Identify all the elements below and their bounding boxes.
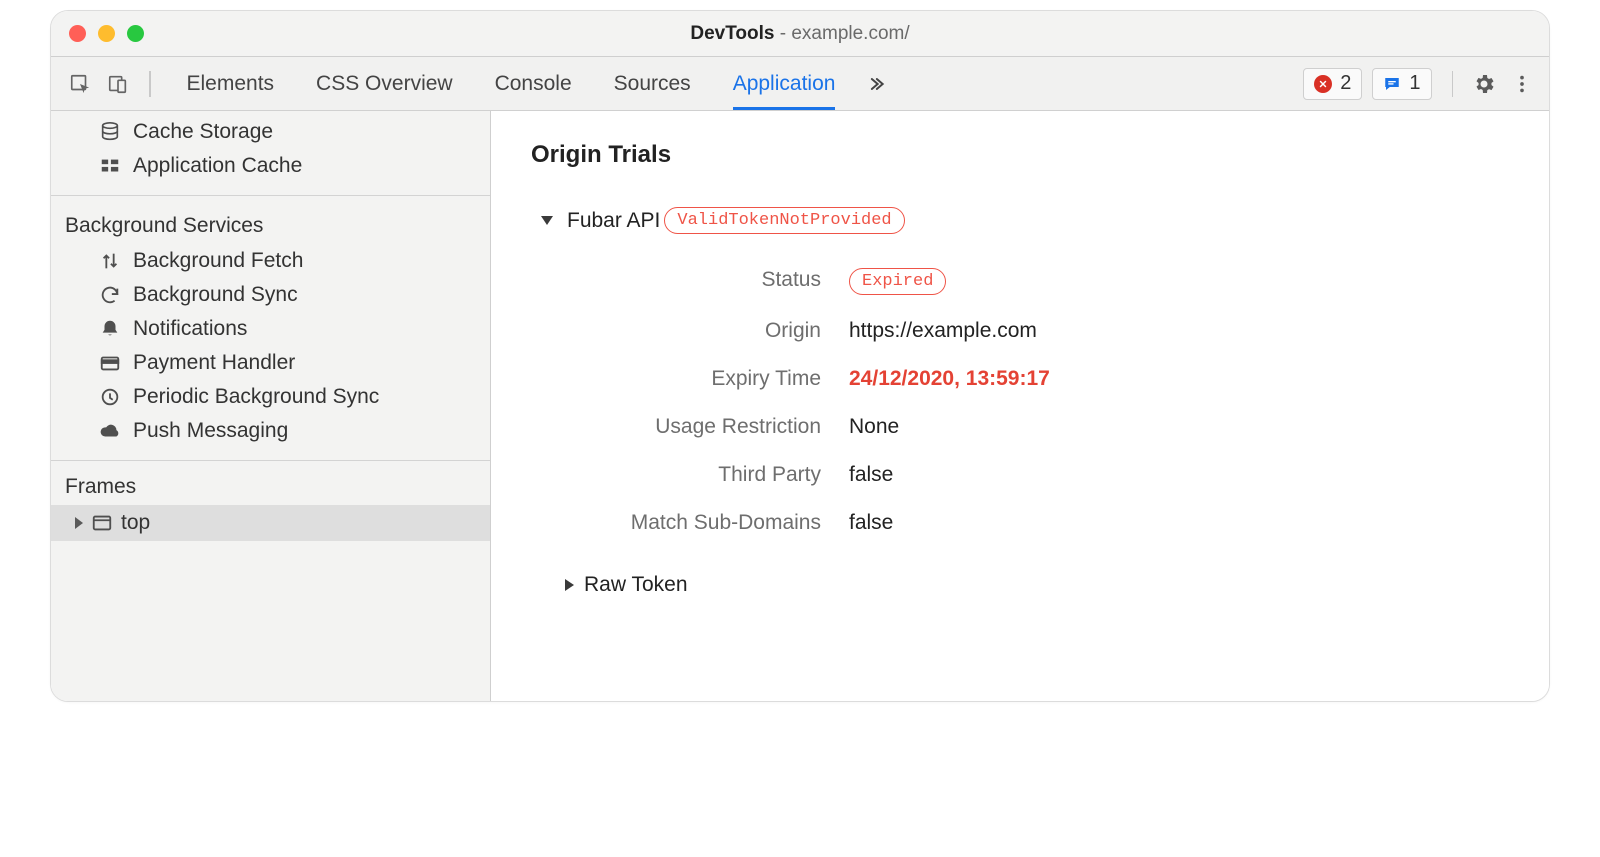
message-icon (1383, 75, 1401, 93)
messages-count: 1 (1409, 72, 1420, 95)
match-subdomains-key: Match Sub-Domains (531, 511, 821, 535)
push-messaging-label: Push Messaging (133, 419, 288, 443)
inspect-element-icon[interactable] (63, 64, 97, 104)
sidebar-item-application-cache[interactable]: Application Cache (51, 149, 490, 183)
raw-token-label: Raw Token (584, 573, 688, 597)
background-fetch-label: Background Fetch (133, 249, 303, 273)
tab-sources-label: Sources (614, 72, 691, 96)
raw-token-row[interactable]: Raw Token (565, 573, 1509, 597)
usage-value: None (849, 415, 1509, 439)
origin-value: https://example.com (849, 319, 1509, 343)
sidebar-item-payment-handler[interactable]: Payment Handler (51, 346, 490, 380)
tab-application-label: Application (733, 72, 836, 96)
arrows-vertical-icon (99, 250, 121, 272)
sidebar-item-notifications[interactable]: Notifications (51, 312, 490, 346)
payment-handler-label: Payment Handler (133, 351, 295, 375)
traffic-lights (69, 25, 144, 42)
window-minimize-button[interactable] (98, 25, 115, 42)
notifications-label: Notifications (133, 317, 247, 341)
messages-pill[interactable]: 1 (1372, 68, 1431, 100)
panel-tabs: Elements CSS Overview Console Sources Ap… (187, 57, 836, 110)
sidebar-item-background-fetch[interactable]: Background Fetch (51, 244, 490, 278)
cache-storage-label: Cache Storage (133, 120, 273, 144)
tab-console[interactable]: Console (495, 57, 572, 110)
frame-top-label: top (121, 511, 150, 535)
frames-title: Frames (51, 461, 490, 505)
sidebar-item-background-sync[interactable]: Background Sync (51, 278, 490, 312)
sidebar-item-periodic-background-sync[interactable]: Periodic Background Sync (51, 380, 490, 414)
application-sidebar: Cache Storage Application Cache Backgrou… (51, 111, 491, 701)
frames-top-row[interactable]: top (51, 505, 490, 541)
background-sync-label: Background Sync (133, 283, 298, 307)
cloud-icon (99, 420, 121, 442)
tab-console-label: Console (495, 72, 572, 96)
tab-css-overview[interactable]: CSS Overview (316, 57, 453, 110)
status-pills: 2 1 (1303, 68, 1431, 100)
tab-elements-label: Elements (187, 72, 275, 96)
devtools-window: DevTools - example.com/ Elements CSS Ov (50, 10, 1550, 702)
origin-trials-panel: Origin Trials Fubar API ValidTokenNotPro… (491, 111, 1549, 701)
status-value: Expired (849, 268, 1509, 295)
origin-trial-row[interactable]: Fubar API ValidTokenNotProvided (541, 207, 1509, 234)
expiry-key: Expiry Time (531, 367, 821, 391)
sidebar-item-cache-storage[interactable]: Cache Storage (51, 115, 490, 149)
database-icon (99, 121, 121, 143)
match-subdomains-value: false (849, 511, 1509, 535)
toolbar: Elements CSS Overview Console Sources Ap… (51, 57, 1549, 111)
sync-icon (99, 284, 121, 306)
tab-css-overview-label: CSS Overview (316, 72, 453, 96)
device-toggle-icon[interactable] (101, 64, 135, 104)
origin-key: Origin (531, 319, 821, 343)
window-title-strong: DevTools (690, 23, 774, 44)
titlebar: DevTools - example.com/ (51, 11, 1549, 57)
window-title-sep: - (774, 23, 791, 44)
panel-heading: Origin Trials (531, 141, 1509, 169)
toolbar-separator (149, 71, 151, 97)
disclosure-right-icon (565, 579, 574, 591)
origin-trial-name: Fubar API (567, 209, 660, 233)
errors-pill[interactable]: 2 (1303, 68, 1362, 100)
status-badge: Expired (849, 268, 946, 295)
frame-icon (91, 512, 113, 534)
more-tabs-button[interactable] (861, 74, 891, 94)
third-party-value: false (849, 463, 1509, 487)
usage-key: Usage Restriction (531, 415, 821, 439)
application-cache-label: Application Cache (133, 154, 302, 178)
expiry-value: 24/12/2020, 13:59:17 (849, 367, 1509, 391)
grid-icon (99, 155, 121, 177)
background-services-title: Background Services (51, 204, 490, 244)
disclosure-right-icon (75, 517, 83, 529)
origin-trial-tag: ValidTokenNotProvided (664, 207, 904, 234)
credit-card-icon (99, 352, 121, 374)
window-zoom-button[interactable] (127, 25, 144, 42)
window-close-button[interactable] (69, 25, 86, 42)
settings-icon[interactable] (1467, 64, 1501, 104)
clock-icon (99, 386, 121, 408)
error-icon (1314, 75, 1332, 93)
third-party-key: Third Party (531, 463, 821, 487)
window-title-rest: example.com/ (791, 23, 909, 44)
window-title: DevTools - example.com/ (67, 23, 1533, 45)
errors-count: 2 (1340, 72, 1351, 95)
origin-trial-details: Status Expired Origin https://example.co… (531, 268, 1509, 535)
sidebar-item-push-messaging[interactable]: Push Messaging (51, 414, 490, 448)
kebab-menu-icon[interactable] (1505, 64, 1539, 104)
tab-application[interactable]: Application (733, 57, 836, 110)
status-key: Status (531, 268, 821, 295)
bell-icon (99, 318, 121, 340)
periodic-background-sync-label: Periodic Background Sync (133, 385, 379, 409)
tab-elements[interactable]: Elements (187, 57, 275, 110)
disclosure-down-icon (541, 216, 553, 225)
toolbar-separator-right (1452, 71, 1454, 97)
tab-sources[interactable]: Sources (614, 57, 691, 110)
